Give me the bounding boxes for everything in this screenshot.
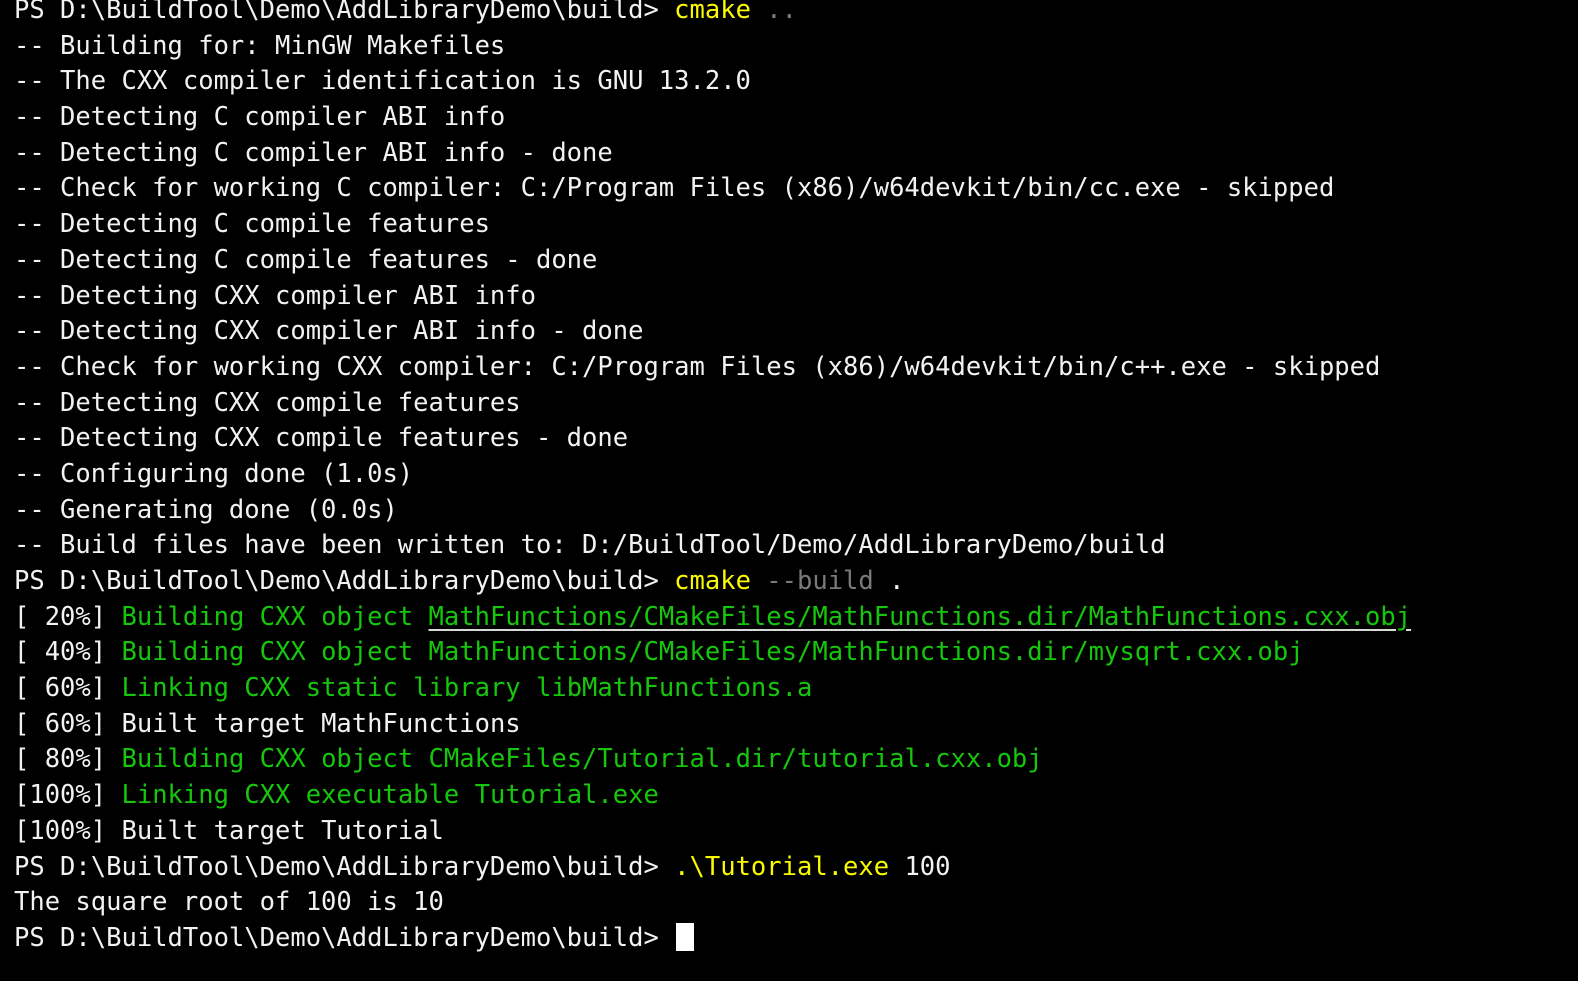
terminal-status-line: The square root of 100 is 10 <box>14 885 1578 921</box>
status-text: -- Detecting C compiler ABI info <box>14 102 506 133</box>
terminal-status-line: -- Check for working CXX compiler: C:/Pr… <box>14 350 1578 386</box>
build-progress-line: [ 60%] Linking CXX static library libMat… <box>14 671 1578 707</box>
build-message: Linking CXX executable Tutorial.exe <box>121 780 659 811</box>
terminal-status-line: -- Detecting CXX compile features - done <box>14 421 1578 457</box>
terminal-output-area[interactable]: PS D:\BuildTool\Demo\AddLibraryDemo\buil… <box>14 0 1578 957</box>
terminal-status-line: -- Detecting CXX compiler ABI info <box>14 279 1578 315</box>
shell-prompt: PS D:\BuildTool\Demo\AddLibraryDemo\buil… <box>14 566 659 596</box>
terminal-status-line: -- The CXX compiler identification is GN… <box>14 64 1578 100</box>
command-argument: .. <box>766 0 797 25</box>
build-progress-line: [ 20%] Building CXX object MathFunctions… <box>14 600 1578 636</box>
terminal-prompt-line: PS D:\BuildTool\Demo\AddLibraryDemo\buil… <box>14 921 1578 957</box>
build-message: Building CXX object MathFunctions/CMakeF… <box>121 637 1304 668</box>
build-progress-line: [ 40%] Building CXX object MathFunctions… <box>14 635 1578 671</box>
terminal-status-line: -- Detecting C compile features - done <box>14 243 1578 279</box>
status-text: -- Detecting C compiler ABI info - done <box>14 137 613 168</box>
status-text: -- Building for: MinGW Makefiles <box>14 30 506 61</box>
terminal-status-line: -- Detecting C compile features <box>14 207 1578 243</box>
status-text: -- Detecting C compile features - done <box>14 244 598 275</box>
build-message: Building CXX object <box>121 601 429 632</box>
command-argument: 100 <box>904 851 951 882</box>
status-text: -- Detecting C compile features <box>14 209 490 240</box>
terminal-window[interactable]: PS D:\BuildTool\Demo\AddLibraryDemo\buil… <box>0 0 1578 981</box>
status-text: The square root of 100 is 10 <box>14 887 444 918</box>
status-text: -- Detecting CXX compiler ABI info - don… <box>14 316 644 347</box>
status-text: -- Detecting CXX compiler ABI info <box>14 280 536 311</box>
status-text: -- Check for working CXX compiler: C:/Pr… <box>14 351 1381 382</box>
terminal-status-line: -- Build files have been written to: D:/… <box>14 528 1578 564</box>
shell-prompt: PS D:\BuildTool\Demo\AddLibraryDemo\buil… <box>14 0 659 25</box>
shell-prompt: PS D:\BuildTool\Demo\AddLibraryDemo\buil… <box>14 922 659 953</box>
build-message: Linking CXX static library libMathFuncti… <box>121 673 813 704</box>
build-percent: [ 40%] <box>14 637 107 668</box>
status-text: -- Check for working C compiler: C:/Prog… <box>14 173 1335 204</box>
build-message: Building CXX object CMakeFiles/Tutorial.… <box>121 744 1043 775</box>
build-progress-line: [ 80%] Building CXX object CMakeFiles/Tu… <box>14 742 1578 778</box>
build-percent: [100%] <box>14 780 107 811</box>
status-text: -- Build files have been written to: D:/… <box>14 530 1166 561</box>
build-message: Built target MathFunctions <box>121 708 521 739</box>
command-name: cmake <box>674 566 751 596</box>
status-text: -- The CXX compiler identification is GN… <box>14 66 751 97</box>
text-cursor[interactable] <box>676 922 695 951</box>
command-name: cmake <box>674 0 751 25</box>
terminal-status-line: -- Detecting C compiler ABI info - done <box>14 136 1578 172</box>
terminal-prompt-line: PS D:\BuildTool\Demo\AddLibraryDemo\buil… <box>14 850 1578 886</box>
build-percent: [ 20%] <box>14 601 107 632</box>
status-text: -- Generating done (0.0s) <box>14 494 398 525</box>
terminal-status-line: -- Detecting CXX compile features <box>14 386 1578 422</box>
build-percent: [100%] <box>14 815 107 846</box>
build-message: Built target Tutorial <box>121 815 444 846</box>
build-progress-line: [100%] Linking CXX executable Tutorial.e… <box>14 778 1578 814</box>
build-target-line: [100%] Built target Tutorial <box>14 814 1578 850</box>
command-name: .\Tutorial.exe <box>674 851 890 882</box>
terminal-prompt-line: PS D:\BuildTool\Demo\AddLibraryDemo\buil… <box>14 564 1578 600</box>
build-percent: [ 60%] <box>14 673 107 704</box>
build-percent: [ 80%] <box>14 744 107 775</box>
status-text: -- Detecting CXX compile features <box>14 387 521 418</box>
build-output-path-link[interactable]: MathFunctions/CMakeFiles/MathFunctions.d… <box>429 602 1412 632</box>
command-argument: . <box>889 566 905 596</box>
terminal-status-line: -- Building for: MinGW Makefiles <box>14 29 1578 65</box>
terminal-prompt-line: PS D:\BuildTool\Demo\AddLibraryDemo\buil… <box>14 0 1578 29</box>
build-target-line: [ 60%] Built target MathFunctions <box>14 707 1578 743</box>
terminal-status-line: -- Generating done (0.0s) <box>14 493 1578 529</box>
terminal-status-line: -- Detecting C compiler ABI info <box>14 100 1578 136</box>
shell-prompt: PS D:\BuildTool\Demo\AddLibraryDemo\buil… <box>14 851 659 882</box>
terminal-status-line: -- Configuring done (1.0s) <box>14 457 1578 493</box>
terminal-status-line: -- Check for working C compiler: C:/Prog… <box>14 171 1578 207</box>
command-flag: --build <box>766 566 874 596</box>
terminal-status-line: -- Detecting CXX compiler ABI info - don… <box>14 314 1578 350</box>
build-percent: [ 60%] <box>14 708 107 739</box>
status-text: -- Detecting CXX compile features - done <box>14 423 629 454</box>
status-text: -- Configuring done (1.0s) <box>14 458 414 489</box>
